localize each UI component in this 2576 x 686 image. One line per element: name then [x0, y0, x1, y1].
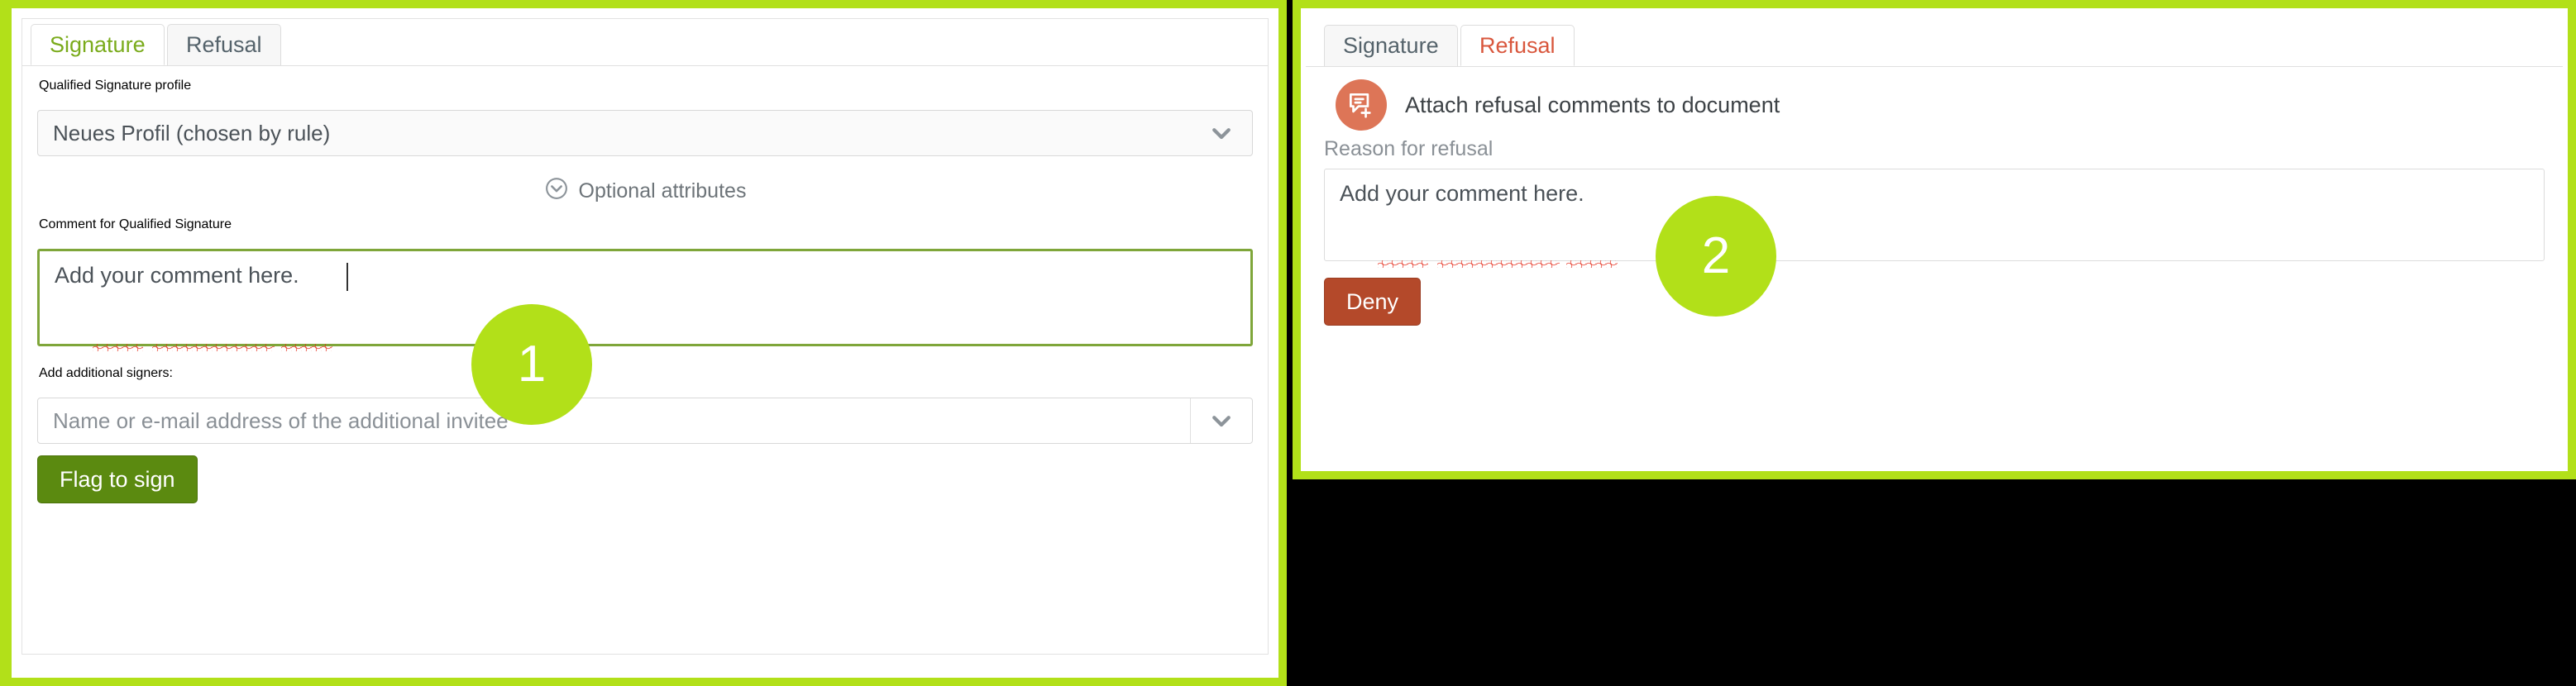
- reason-textarea[interactable]: Add your comment here.: [1324, 169, 2545, 268]
- refusal-panel: Signature Refusal Attach refusal comment…: [1293, 0, 2576, 479]
- refusal-panel-body: Signature Refusal Attach refusal comment…: [1306, 13, 2563, 466]
- spellcheck-squiggle: [152, 344, 275, 351]
- spellcheck-squiggle: [93, 344, 143, 351]
- chevron-down-icon[interactable]: [1190, 398, 1252, 443]
- optional-attributes-label: Optional attributes: [578, 179, 747, 202]
- chevron-down-icon[interactable]: [1191, 111, 1252, 155]
- profile-label: Qualified Signature profile: [39, 79, 192, 93]
- signers-label: Add additional signers:: [39, 366, 173, 380]
- comment-textarea-value: Add your comment here.: [55, 263, 299, 288]
- attach-refusal-comments-row[interactable]: Attach refusal comments to document: [1336, 79, 1780, 131]
- callout-badge-1: 1: [471, 304, 592, 425]
- spellcheck-squiggle: [1566, 260, 1618, 268]
- additional-signers-input[interactable]: Name or e-mail address of the additional…: [37, 398, 1253, 444]
- tab-refusal-left[interactable]: Refusal: [167, 24, 281, 65]
- spellcheck-squiggle: [1378, 260, 1428, 268]
- flag-to-sign-label: Flag to sign: [60, 466, 175, 492]
- spellcheck-squiggle: [1437, 260, 1560, 268]
- comment-textarea[interactable]: Add your comment here.: [37, 249, 1253, 351]
- screenshot-stage: Signature Refusal Qualified Signature pr…: [0, 0, 2576, 686]
- comment-add-icon[interactable]: [1336, 79, 1387, 131]
- reason-textarea-value: Add your comment here.: [1340, 181, 1584, 206]
- optional-attributes-toggle[interactable]: Optional attributes: [22, 176, 1268, 207]
- tab-signature-left[interactable]: Signature: [31, 24, 165, 65]
- profile-select[interactable]: Neues Profil (chosen by rule): [37, 110, 1253, 156]
- callout-badge-1-number: 1: [517, 336, 547, 393]
- spellcheck-squiggle: [281, 344, 332, 351]
- tab-signature-left-label: Signature: [50, 31, 146, 57]
- tab-signature-right-label: Signature: [1343, 33, 1439, 58]
- signature-panel-body: Signature Refusal Qualified Signature pr…: [22, 18, 1269, 655]
- reason-for-refusal-label: Reason for refusal: [1324, 137, 1494, 160]
- callout-badge-2: 2: [1656, 196, 1776, 317]
- deny-button[interactable]: Deny: [1324, 278, 1422, 326]
- text-cursor: [346, 263, 348, 291]
- right-tabstrip: Signature Refusal: [1306, 20, 2563, 67]
- chevron-down-circle-icon: [544, 176, 569, 207]
- tab-signature-right[interactable]: Signature: [1324, 25, 1458, 66]
- deny-button-label: Deny: [1346, 288, 1399, 314]
- additional-signers-placeholder: Name or e-mail address of the additional…: [53, 407, 509, 433]
- tab-refusal-right-label: Refusal: [1479, 32, 1556, 58]
- tab-refusal-left-label: Refusal: [186, 32, 262, 57]
- attach-refusal-comments-label: Attach refusal comments to document: [1405, 92, 1780, 117]
- tab-refusal-right[interactable]: Refusal: [1460, 25, 1575, 66]
- signature-panel: Signature Refusal Qualified Signature pr…: [0, 0, 1287, 686]
- callout-badge-2-number: 2: [1701, 227, 1731, 284]
- comment-label: Comment for Qualified Signature: [39, 217, 232, 231]
- left-tabstrip: Signature Refusal: [22, 19, 1268, 66]
- flag-to-sign-button[interactable]: Flag to sign: [37, 455, 198, 503]
- profile-select-value: Neues Profil (chosen by rule): [53, 120, 331, 145]
